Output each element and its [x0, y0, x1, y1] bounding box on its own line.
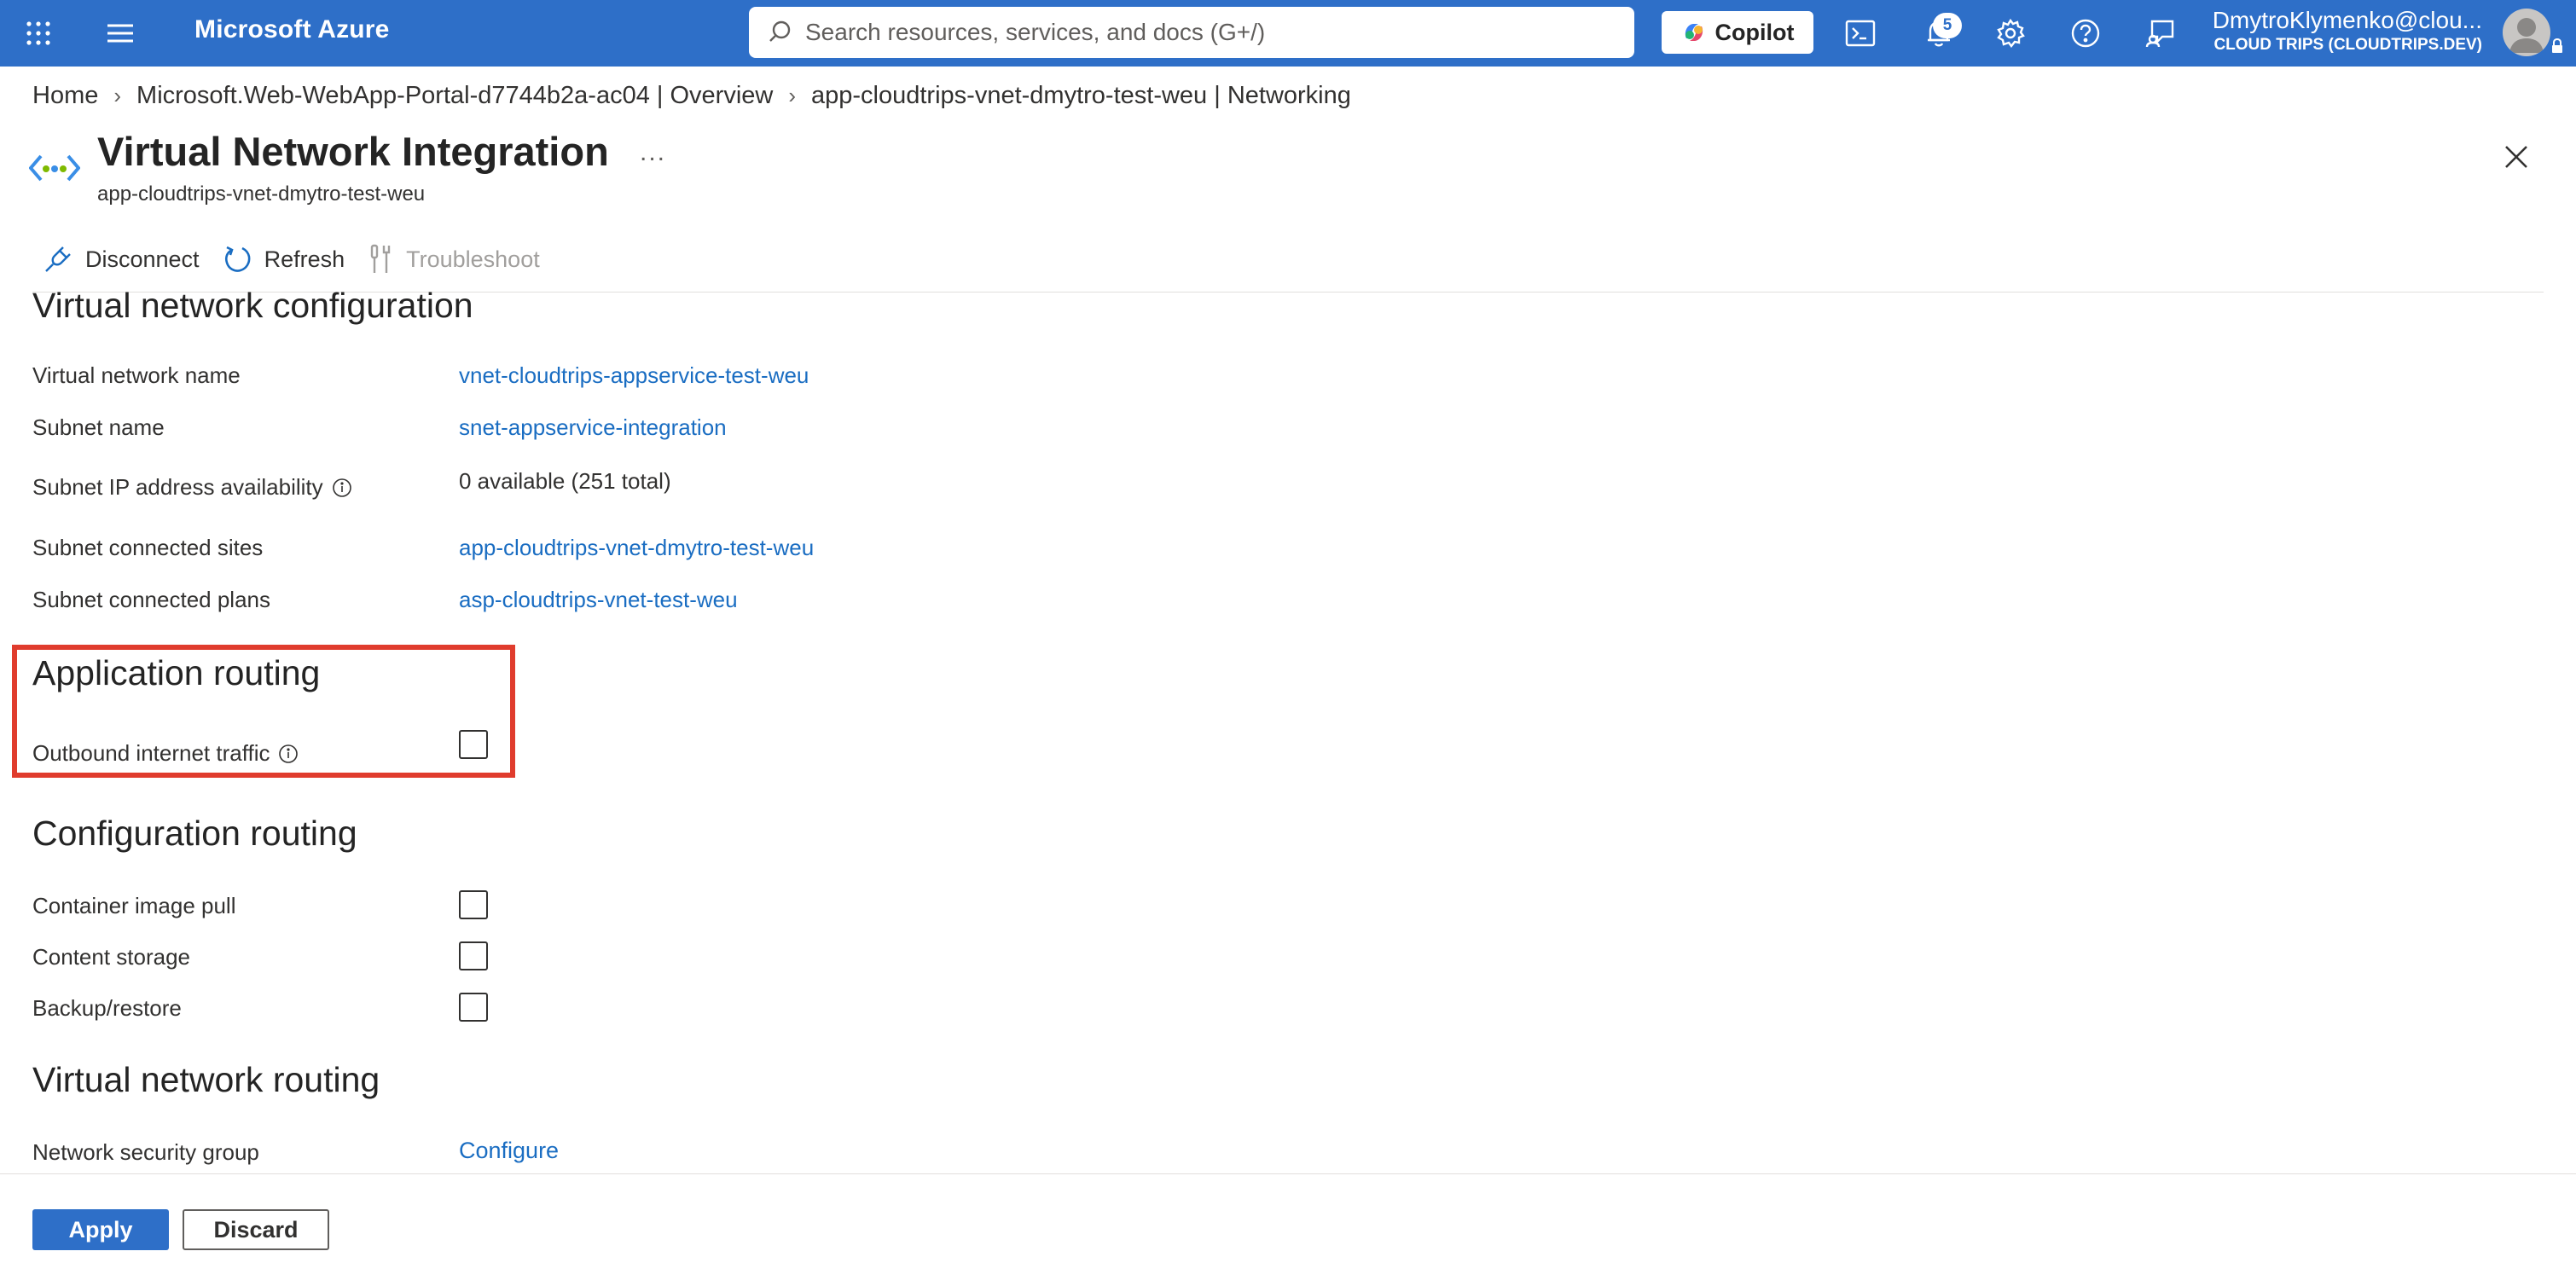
outbound-internet-traffic-checkbox[interactable] — [459, 730, 488, 759]
content-storage-label: Content storage — [32, 944, 191, 970]
container-image-pull-checkbox[interactable] — [459, 890, 488, 919]
troubleshoot-label: Troubleshoot — [406, 246, 540, 272]
backup-restore-checkbox[interactable] — [459, 993, 488, 1022]
lock-icon — [2550, 38, 2564, 59]
content-storage-checkbox[interactable] — [459, 941, 488, 970]
notification-count-badge: 5 — [1933, 13, 1962, 38]
chevron-right-icon: › — [113, 83, 122, 108]
apply-button[interactable]: Apply — [32, 1209, 169, 1250]
top-bar: Microsoft Azure Search resources, servic… — [0, 0, 2576, 67]
network-security-group-label: Network security group — [32, 1139, 259, 1165]
virtual-network-icon — [28, 149, 81, 187]
breadcrumb: Home › Microsoft.Web-WebApp-Portal-d7744… — [32, 82, 1351, 110]
cloud-shell-icon[interactable] — [1842, 15, 1878, 51]
app-routing-heading: Application routing — [32, 653, 321, 692]
brand-name[interactable]: Microsoft Azure — [194, 15, 390, 44]
nsg-configure-link[interactable]: Configure — [459, 1138, 559, 1164]
subnet-connected-plans-link[interactable]: asp-cloudtrips-vnet-test-weu — [459, 587, 738, 613]
help-question-icon[interactable] — [2068, 15, 2103, 51]
subnet-connected-sites-label: Subnet connected sites — [32, 535, 264, 560]
refresh-label: Refresh — [264, 246, 345, 272]
feedback-icon[interactable] — [2143, 15, 2179, 51]
search-icon — [769, 20, 791, 42]
subnet-name-link[interactable]: snet-appservice-integration — [459, 414, 727, 441]
backup-restore-label: Backup/restore — [32, 995, 182, 1021]
subnet-name-label: Subnet name — [32, 414, 165, 440]
command-bar: Disconnect Refresh Troubleshoot — [43, 240, 564, 278]
more-options-icon[interactable]: ... — [640, 138, 666, 167]
hamburger-menu-icon[interactable] — [106, 20, 135, 46]
subnet-ip-availability-value: 0 available (251 total) — [459, 468, 671, 494]
subnet-connected-sites-link[interactable]: app-cloudtrips-vnet-dmytro-test-weu — [459, 535, 814, 561]
close-icon[interactable] — [2501, 142, 2532, 172]
global-search-input[interactable]: Search resources, services, and docs (G+… — [749, 7, 1634, 58]
copilot-label: Copilot — [1714, 19, 1795, 45]
copilot-button[interactable]: Copilot — [1662, 11, 1813, 54]
disconnect-button[interactable]: Disconnect — [43, 244, 200, 275]
vnet-name-label: Virtual network name — [32, 362, 241, 388]
avatar[interactable] — [2503, 9, 2550, 56]
page-title: Virtual Network Integration — [97, 129, 609, 174]
discard-button[interactable]: Discard — [183, 1209, 329, 1250]
troubleshoot-tools-icon — [370, 244, 391, 273]
account-menu[interactable]: DmytroKlymenko@clou... CLOUD TRIPS (CLOU… — [2209, 7, 2482, 55]
disconnect-plug-icon — [45, 246, 71, 272]
copilot-icon — [1685, 24, 1703, 41]
vnet-config-heading: Virtual network configuration — [32, 286, 473, 325]
subnet-ip-availability-label: Subnet IP address availability — [32, 474, 352, 501]
disconnect-label: Disconnect — [85, 246, 200, 272]
user-name: DmytroKlymenko@clou... — [2212, 7, 2482, 33]
container-image-pull-label: Container image pull — [32, 893, 236, 918]
vnet-name-link[interactable]: vnet-cloudtrips-appservice-test-weu — [459, 362, 809, 389]
config-routing-heading: Configuration routing — [32, 814, 357, 853]
footer-divider — [0, 1173, 2576, 1174]
chevron-right-icon: › — [788, 83, 796, 108]
settings-gear-icon[interactable] — [1993, 15, 2028, 51]
breadcrumb-home[interactable]: Home — [32, 82, 98, 110]
vnet-routing-heading: Virtual network routing — [32, 1060, 380, 1099]
user-tenant: CLOUD TRIPS (CLOUDTRIPS.DEV) — [2213, 36, 2482, 54]
app-launcher-icon[interactable] — [26, 20, 51, 46]
page-subtitle: app-cloudtrips-vnet-dmytro-test-weu — [97, 182, 426, 206]
outbound-internet-traffic-label: Outbound internet traffic — [32, 740, 299, 767]
refresh-button[interactable]: Refresh — [223, 244, 345, 275]
troubleshoot-button[interactable]: Troubleshoot — [368, 244, 540, 275]
search-placeholder: Search resources, services, and docs (G+… — [805, 19, 1266, 45]
subnet-connected-plans-label: Subnet connected plans — [32, 587, 270, 612]
breadcrumb-networking[interactable]: app-cloudtrips-vnet-dmytro-test-weu | Ne… — [811, 82, 1351, 110]
breadcrumb-webapp-overview[interactable]: Microsoft.Web-WebApp-Portal-d7744b2a-ac0… — [136, 82, 773, 110]
refresh-icon — [224, 246, 251, 272]
info-icon[interactable] — [332, 478, 352, 498]
info-icon[interactable] — [278, 744, 299, 764]
